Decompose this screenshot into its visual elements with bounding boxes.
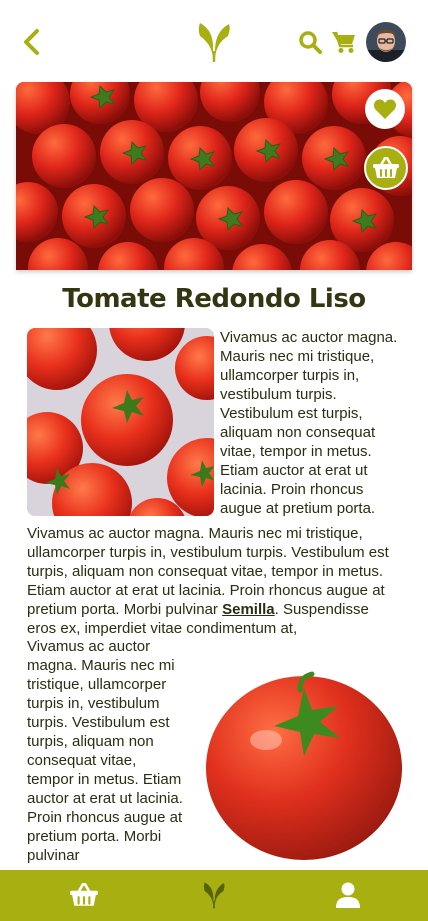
- nav-basket[interactable]: [68, 880, 100, 910]
- app-header: [0, 0, 428, 82]
- single-tomato-photo: [200, 660, 406, 870]
- nav-home[interactable]: [198, 880, 230, 910]
- product-description: Vivamus ac auctor magna. Mauris nec mi t…: [27, 328, 401, 638]
- basket-icon: [70, 883, 98, 906]
- back-button[interactable]: [20, 28, 44, 56]
- leaf-logo-icon: [198, 23, 230, 63]
- chevron-left-icon: [24, 29, 39, 55]
- search-icon: [299, 31, 322, 54]
- product-image-small: [27, 328, 214, 516]
- cart-button[interactable]: [331, 30, 357, 54]
- basket-icon: [373, 157, 399, 178]
- nav-profile[interactable]: [332, 880, 364, 910]
- bottom-navigation: [0, 870, 428, 921]
- tomatoes-closeup-photo: [27, 328, 214, 516]
- body-paragraph: Vivamus ac auctor magna. Mauris nec mi t…: [27, 524, 401, 638]
- column-paragraph: Vivamus ac auctor magna. Mauris nec mi t…: [27, 638, 183, 864]
- semilla-link[interactable]: Semilla: [222, 601, 275, 618]
- product-title: Tomate Redondo Liso: [62, 284, 366, 314]
- user-photo: [366, 22, 406, 62]
- avatar[interactable]: [366, 22, 406, 62]
- product-image-single: [200, 660, 406, 870]
- hero-image: [16, 82, 412, 270]
- cart-icon: [332, 31, 355, 53]
- search-button[interactable]: [298, 30, 322, 54]
- favorite-button[interactable]: [365, 89, 405, 129]
- leaf-logo[interactable]: [196, 22, 232, 63]
- add-to-basket-button[interactable]: [364, 146, 408, 190]
- leaf-icon: [203, 882, 225, 909]
- user-icon: [336, 882, 360, 908]
- tomatoes-photo: [16, 82, 412, 270]
- heart-icon: [373, 99, 397, 119]
